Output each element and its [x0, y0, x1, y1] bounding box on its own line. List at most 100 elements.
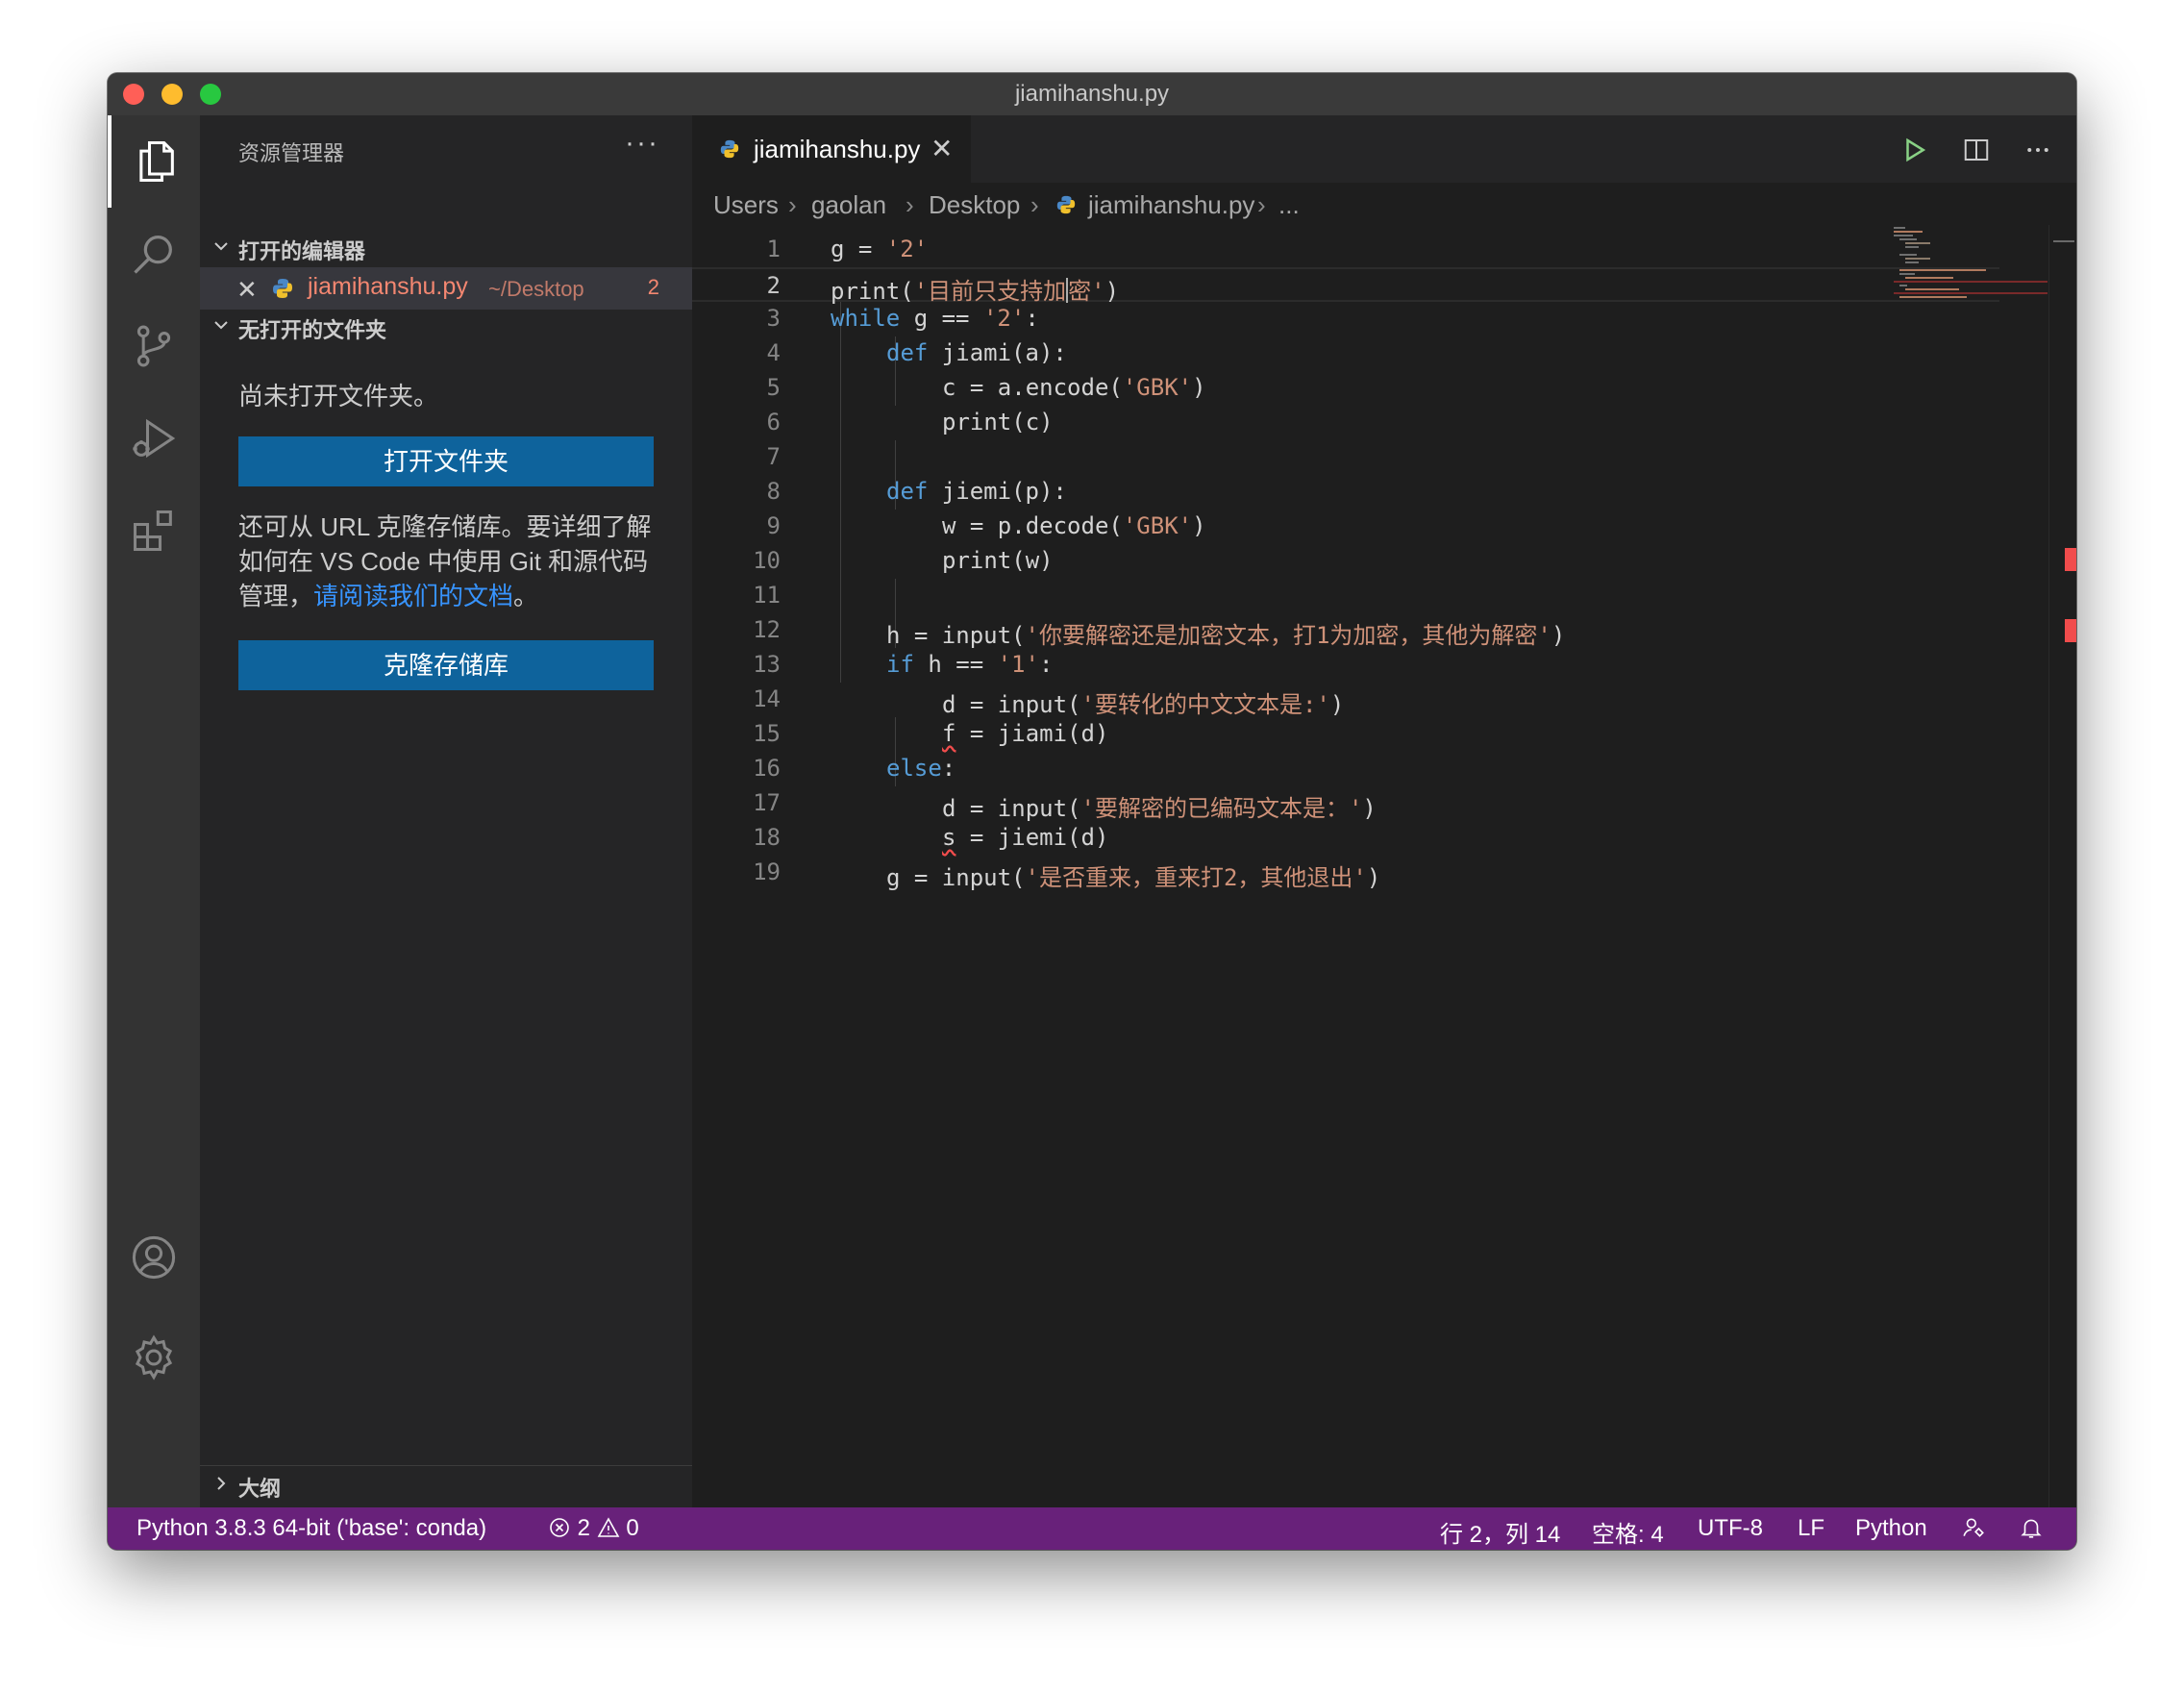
breadcrumb: Users › gaolan › Desktop › jiamihanshu.p… [692, 183, 2076, 225]
vscode-window: jiamihanshu.py 资源管理器 ··· 打开的编辑器 ✕ jiamih… [108, 73, 2076, 1550]
python-file-icon [273, 279, 292, 298]
tab-close-icon[interactable]: ✕ [931, 133, 953, 164]
minimap[interactable] [1894, 225, 2048, 302]
clone-description: 还可从 URL 克隆存储库。要详细了解 如何在 VS Code 中使用 Git … [238, 510, 661, 613]
no-folder-label: 无打开的文件夹 [238, 318, 387, 342]
chevron-right-icon: › [1030, 190, 1039, 219]
error-squiggle: f [942, 720, 956, 747]
breadcrumb-gaolan[interactable]: gaolan [811, 190, 886, 220]
code-line: 13 if h == '1': [692, 648, 1999, 683]
line-text: g = '2' [831, 236, 929, 262]
run-debug-icon[interactable] [108, 392, 200, 485]
open-editor-item[interactable]: ✕ jiamihanshu.py ~/Desktop 2 [200, 267, 692, 310]
line-number: 6 [766, 409, 781, 435]
line-number: 12 [753, 616, 781, 643]
outline-section-header[interactable]: 大纲 [200, 1465, 692, 1508]
line-text: else: [886, 755, 956, 782]
read-docs-link[interactable]: 请阅读我们的文档 [313, 582, 513, 610]
clone-repository-button[interactable]: 克隆存储库 [238, 640, 654, 690]
end-of-line[interactable]: LF [1798, 1515, 1824, 1542]
open-editors-section-header[interactable]: 打开的编辑器 [200, 229, 692, 267]
explorer-icon[interactable] [108, 115, 200, 208]
search-icon[interactable] [108, 208, 200, 300]
code-line: 9 w = p.decode('GBK') [692, 510, 1999, 544]
line-number: 19 [753, 858, 781, 885]
clone-text-line-1: 还可从 URL 克隆存储库。要详细了解 [238, 512, 652, 541]
split-editor-icon[interactable] [1957, 131, 1996, 169]
sidebar-more-actions-button[interactable]: ··· [625, 127, 659, 160]
status-bar: Python 3.8.3 64-bit ('base': conda) 2 0 … [108, 1507, 2076, 1550]
notifications-bell-icon[interactable] [2019, 1515, 2044, 1543]
line-text: g = input('是否重来，重来打2，其他退出') [886, 864, 1381, 891]
line-number: 16 [753, 755, 781, 782]
language-mode[interactable]: Python [1855, 1515, 1927, 1542]
chevron-right-icon [217, 1477, 226, 1490]
error-squiggle: s [942, 824, 956, 851]
line-text: d = input('要解密的已编码文本是：') [942, 795, 1377, 822]
tab-jiamihanshu[interactable]: jiamihanshu.py ✕ [692, 115, 971, 183]
chevron-right-icon: › [1257, 190, 1266, 219]
breadcrumb-users[interactable]: Users [713, 190, 779, 220]
line-number: 1 [766, 236, 781, 262]
line-text: print(w) [942, 547, 1054, 574]
code-line: 8 def jiemi(p): [692, 475, 1999, 510]
open-editor-filename: jiamihanshu.py [308, 273, 468, 300]
code-line: 6 print(c) [692, 406, 1999, 440]
line-number: 10 [753, 547, 781, 574]
close-editor-icon[interactable]: ✕ [236, 275, 258, 305]
more-actions-icon[interactable] [2019, 131, 2057, 169]
line-number: 17 [753, 789, 781, 816]
line-number: 13 [753, 651, 781, 678]
problem-count-badge: 2 [647, 275, 659, 299]
python-file-icon [720, 139, 739, 159]
line-text: print(c) [942, 409, 1054, 435]
encoding[interactable]: UTF-8 [1698, 1515, 1763, 1542]
line-text: while g == '2': [831, 305, 1039, 332]
code-line: 10 print(w) [692, 544, 1999, 579]
sidebar-header: 资源管理器 ··· [200, 115, 692, 185]
breadcrumb-symbol[interactable]: ... [1278, 190, 1300, 220]
code-editor[interactable]: 1 g = '2' 2 print('目前只支持加密') 3 while g =… [692, 233, 1999, 1482]
account-icon[interactable] [108, 1211, 200, 1304]
line-number: 15 [753, 720, 781, 747]
chevron-right-icon: › [906, 190, 914, 219]
code-line: 7 [692, 440, 1999, 475]
code-line: 5 c = a.encode('GBK') [692, 371, 1999, 406]
code-line: 1 g = '2' [692, 233, 1999, 267]
open-editors-label: 打开的编辑器 [238, 239, 366, 263]
explorer-sidebar: 资源管理器 ··· 打开的编辑器 ✕ jiamihanshu.py ~/Desk… [200, 115, 693, 1507]
warning-icon [597, 1517, 620, 1537]
line-text: h = input('你要解密还是加密文本，打1为加密，其他为解密') [886, 622, 1566, 649]
chevron-down-icon [214, 321, 228, 330]
extensions-icon[interactable] [108, 485, 200, 577]
outline-label: 大纲 [238, 1477, 282, 1501]
run-icon[interactable] [1896, 131, 1934, 169]
line-number: 5 [766, 374, 781, 401]
breadcrumb-file[interactable]: jiamihanshu.py [1088, 190, 1254, 220]
breadcrumb-desktop[interactable]: Desktop [929, 190, 1020, 220]
settings-gear-icon[interactable] [108, 1311, 200, 1404]
indentation[interactable]: 空格: 4 [1592, 1515, 1664, 1549]
error-marker [2065, 619, 2076, 642]
line-number: 7 [766, 443, 781, 470]
cursor-position[interactable]: 行 2，列 14 [1440, 1515, 1560, 1549]
open-folder-button[interactable]: 打开文件夹 [238, 436, 654, 486]
feedback-icon[interactable] [1961, 1515, 1986, 1543]
editor-area: jiamihanshu.py ✕ Users › gaolan › Deskto… [692, 115, 2076, 1507]
line-text: w = p.decode('GBK') [942, 512, 1206, 539]
code-line: 18 s = jiemi(d) [692, 821, 1999, 856]
source-control-icon[interactable] [108, 300, 200, 392]
title-bar: jiamihanshu.py [108, 73, 2076, 116]
editor-scrollbar[interactable] [2048, 225, 2076, 1507]
no-folder-section-header[interactable]: 无打开的文件夹 [200, 308, 692, 346]
tab-label: jiamihanshu.py [754, 135, 921, 163]
problems-indicator[interactable]: 2 0 [548, 1515, 639, 1542]
code-line: 11 [692, 579, 1999, 613]
tab-bar: jiamihanshu.py ✕ [692, 115, 2076, 183]
python-interpreter[interactable]: Python 3.8.3 64-bit ('base': conda) [136, 1515, 486, 1542]
code-line: 17 d = input('要解密的已编码文本是：') [692, 786, 1999, 822]
code-line-current: 2 print('目前只支持加密') [692, 267, 1999, 305]
code-line: 19 g = input('是否重来，重来打2，其他退出') [692, 856, 1999, 891]
line-text: f = jiami(d) [942, 720, 1109, 747]
editor-actions [1896, 129, 2057, 171]
